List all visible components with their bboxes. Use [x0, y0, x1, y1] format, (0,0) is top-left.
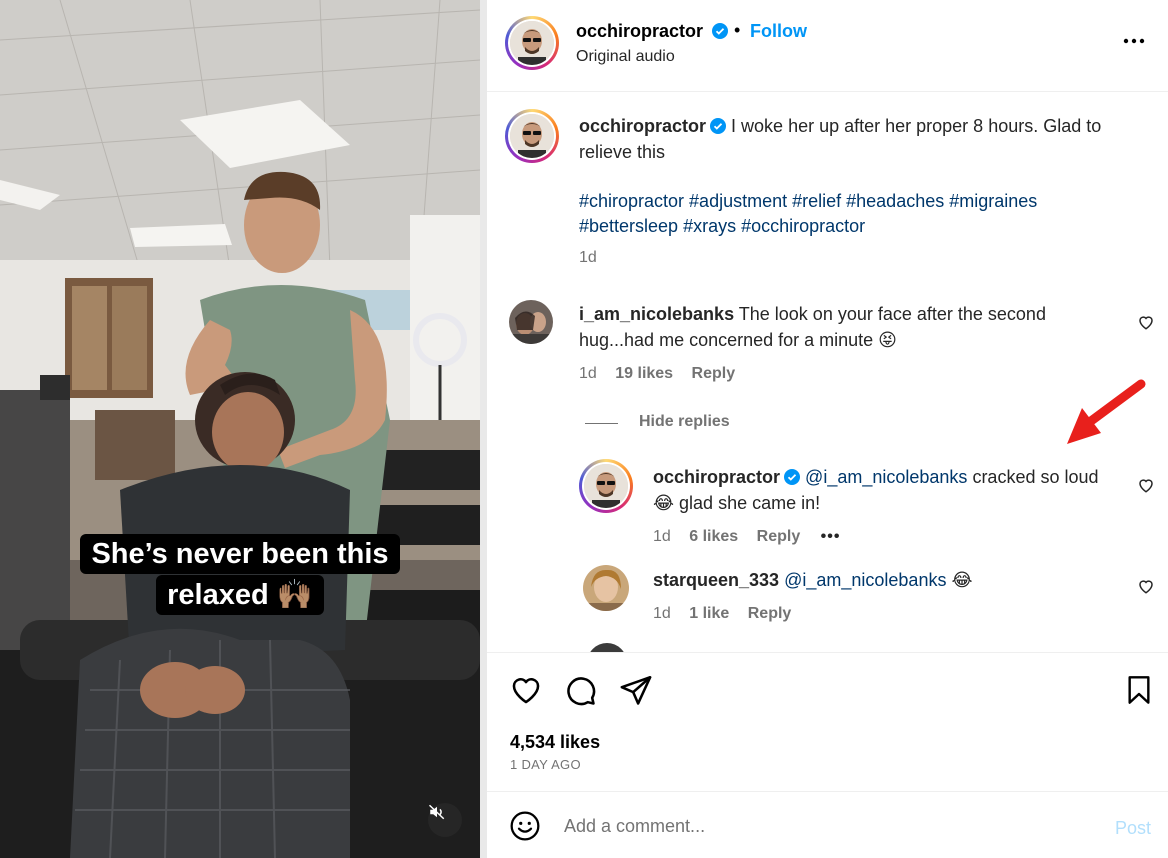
avatar-photo [510, 114, 554, 158]
emoji-smiley-icon[interactable] [509, 810, 541, 842]
comment-reply-button[interactable]: Reply [692, 365, 736, 382]
follow-button[interactable]: Follow [750, 21, 807, 42]
reply-meta: 1d 6 likes Reply ••• [653, 528, 840, 546]
verified-badge-icon [712, 23, 729, 39]
more-horizontal-icon[interactable] [1121, 28, 1147, 54]
caption-username[interactable]: occhiropractor [579, 116, 706, 136]
commenter-avatar[interactable] [509, 300, 553, 344]
reply-mention-link[interactable]: @i_am_nicolebanks [784, 570, 946, 590]
speaker-muted-icon [428, 804, 445, 820]
reply-author-avatar[interactable] [583, 565, 629, 611]
reply-time: 1d [653, 528, 671, 545]
reply-mention-link[interactable]: @i_am_nicolebanks [805, 467, 967, 487]
verified-badge-icon [784, 469, 801, 485]
reply-username[interactable]: occhiropractor [653, 467, 780, 487]
audio-label[interactable]: Original audio [576, 48, 675, 66]
reply-reply-button[interactable]: Reply [757, 528, 801, 545]
reply-meta: 1d 1 like Reply [653, 605, 791, 623]
likes-count[interactable]: 4,534 likes [510, 732, 600, 753]
reply-like-heart-icon[interactable] [1137, 476, 1155, 494]
caption-hashtags-line-1[interactable]: #chiropractor #adjustment #relief #heada… [579, 188, 1037, 214]
posted-time: 1 DAY AGO [510, 757, 581, 772]
avatar-photo [583, 565, 629, 611]
reply-author-avatar[interactable] [587, 643, 627, 652]
media-panel-divider [480, 0, 487, 858]
comment-meta: 1d 19 likes Reply [579, 365, 735, 383]
hide-replies-button[interactable]: Hide replies [639, 413, 730, 431]
comment-body: i_am_nicolebanks The look on your face a… [579, 301, 1099, 353]
video-caption-line-2: relaxed 🙌🏽 [0, 575, 480, 615]
caption-text-line-2: relieve this [579, 142, 666, 162]
avatar-photo [509, 300, 553, 344]
reply-body: occhiropractor @i_am_nicolebanks cracked… [653, 464, 1123, 516]
post-caption: occhiropractor I woke her up after her p… [579, 113, 1149, 165]
reply-likes[interactable]: 6 likes [689, 528, 738, 545]
post-header: occhiropractor • Follow Original audio [487, 0, 1168, 92]
author-username[interactable]: occhiropractor [576, 21, 729, 42]
mute-toggle-button[interactable] [428, 803, 462, 837]
reply-username[interactable]: starqueen_333 [653, 570, 779, 590]
reply-reply-button[interactable]: Reply [748, 605, 792, 622]
comment-like-heart-icon[interactable] [1137, 313, 1155, 331]
post-footer: 4,534 likes 1 DAY AGO Post [487, 652, 1168, 858]
reply-time: 1d [653, 605, 671, 622]
caption-text-line-1: I woke her up after her proper 8 hours. … [731, 116, 1102, 136]
reply-likes[interactable]: 1 like [689, 605, 729, 622]
reply-more-options-button[interactable]: ••• [821, 528, 841, 545]
comments-list[interactable]: occhiropractor I woke her up after her p… [487, 93, 1168, 652]
caption-time: 1d [579, 249, 597, 266]
author-avatar[interactable] [505, 16, 559, 70]
video-caption-line-1: She’s never been this [0, 534, 480, 574]
header-separator: • [734, 20, 741, 40]
post-comment-button[interactable]: Post [1115, 818, 1151, 839]
reply-text: 😂 [951, 570, 973, 590]
reply-body: starqueen_333 @i_am_nicolebanks 😂 [653, 567, 973, 593]
hide-replies-line [585, 423, 618, 424]
like-heart-icon[interactable] [509, 673, 543, 707]
caption-author-avatar[interactable] [505, 109, 559, 163]
comment-bubble-icon[interactable] [563, 673, 597, 707]
comment-username[interactable]: i_am_nicolebanks [579, 304, 734, 324]
comment-text-line-1: The look on your face after the second [738, 304, 1046, 324]
post-side-panel: occhiropractor • Follow Original audio o… [487, 0, 1168, 858]
comment-likes[interactable]: 19 likes [615, 365, 673, 382]
reply-like-heart-icon[interactable] [1137, 577, 1155, 595]
comment-time: 1d [579, 365, 597, 382]
verified-badge-icon [710, 118, 727, 134]
save-bookmark-icon[interactable] [1123, 673, 1155, 707]
red-arrow-annotation-icon [1067, 379, 1146, 444]
reply-author-avatar[interactable] [579, 459, 633, 513]
comment-text-line-2: hug...had me concerned for a minute 😝 [579, 330, 897, 350]
add-comment-input[interactable] [564, 816, 1064, 837]
share-send-icon[interactable] [619, 673, 653, 707]
avatar-photo [584, 464, 628, 508]
avatar-photo [510, 21, 554, 65]
add-comment-row: Post [487, 791, 1168, 858]
caption-hashtags-line-2[interactable]: #bettersleep #xrays #occhiropractor [579, 213, 865, 239]
video-player[interactable]: She’s never been this relaxed 🙌🏽 [0, 0, 480, 858]
reply-text-line-1: cracked so loud [972, 467, 1099, 487]
reply-text-line-2: 😂 glad she came in! [653, 493, 821, 513]
video-frame-image [0, 0, 480, 858]
